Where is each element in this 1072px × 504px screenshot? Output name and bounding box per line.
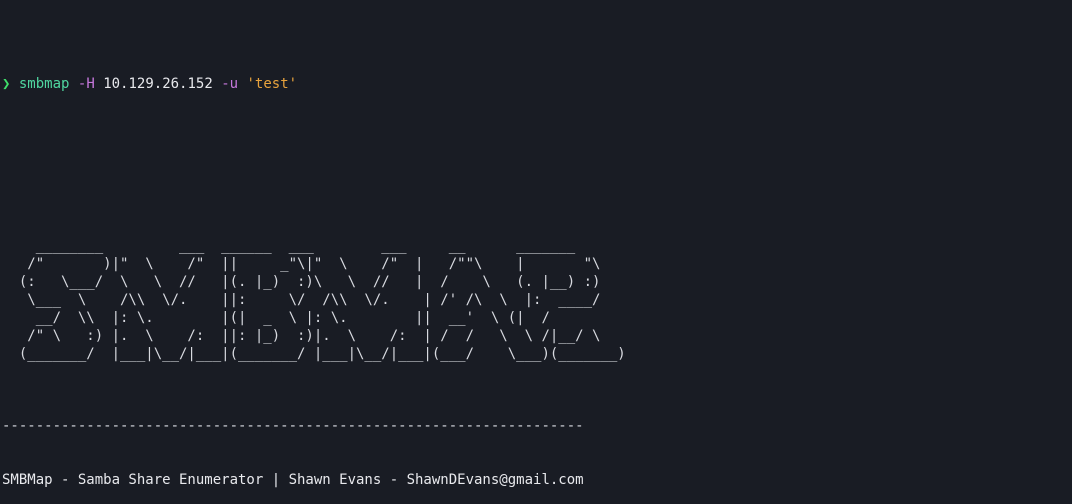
terminal-window[interactable]: ❯ smbmap -H 10.129.26.152 -u 'test' ____…	[0, 0, 1072, 504]
ascii-art-line: ________ ___ ______ ___ ___ __ _______	[2, 238, 576, 254]
ascii-art-line: __/ \\ |: \. |(| _ \ |: \. || __' \ (| /	[2, 310, 550, 326]
ascii-art-line: (_______/ |___|\__/|___|(_______/ |___|\…	[2, 346, 626, 362]
ascii-art-line: (: \___/ \ \ // |(. |_) :)\ \ // | / \ (…	[2, 274, 601, 290]
host-argument: 10.129.26.152	[103, 76, 213, 92]
banner-divider: ----------------------------------------…	[2, 418, 584, 434]
banner-title-text: SMBMap - Samba Share Enumerator | Shawn …	[2, 472, 584, 488]
ascii-art-line: /" \ :) |. \ /: ||: |_) :)|. \ /: | / / …	[2, 328, 601, 344]
command-prompt-line[interactable]: ❯ smbmap -H 10.129.26.152 -u 'test'	[0, 75, 1072, 93]
ascii-art-banner: ________ ___ ______ ___ ___ __ _______ /…	[0, 237, 1072, 363]
host-flag: -H	[77, 76, 95, 92]
banner-title: SMBMap - Samba Share Enumerator | Shawn …	[0, 471, 1072, 489]
command-name: smbmap	[18, 76, 70, 92]
user-argument: 'test'	[246, 76, 298, 92]
ascii-art-line: \___ \ /\\ \/. ||: \/ /\\ \/. | /' /\ \ …	[2, 292, 601, 308]
ascii-art-line: /" )|" \ /" || _"\|" \ /" | /""\ | "\	[2, 256, 601, 272]
user-flag: -u	[221, 76, 239, 92]
